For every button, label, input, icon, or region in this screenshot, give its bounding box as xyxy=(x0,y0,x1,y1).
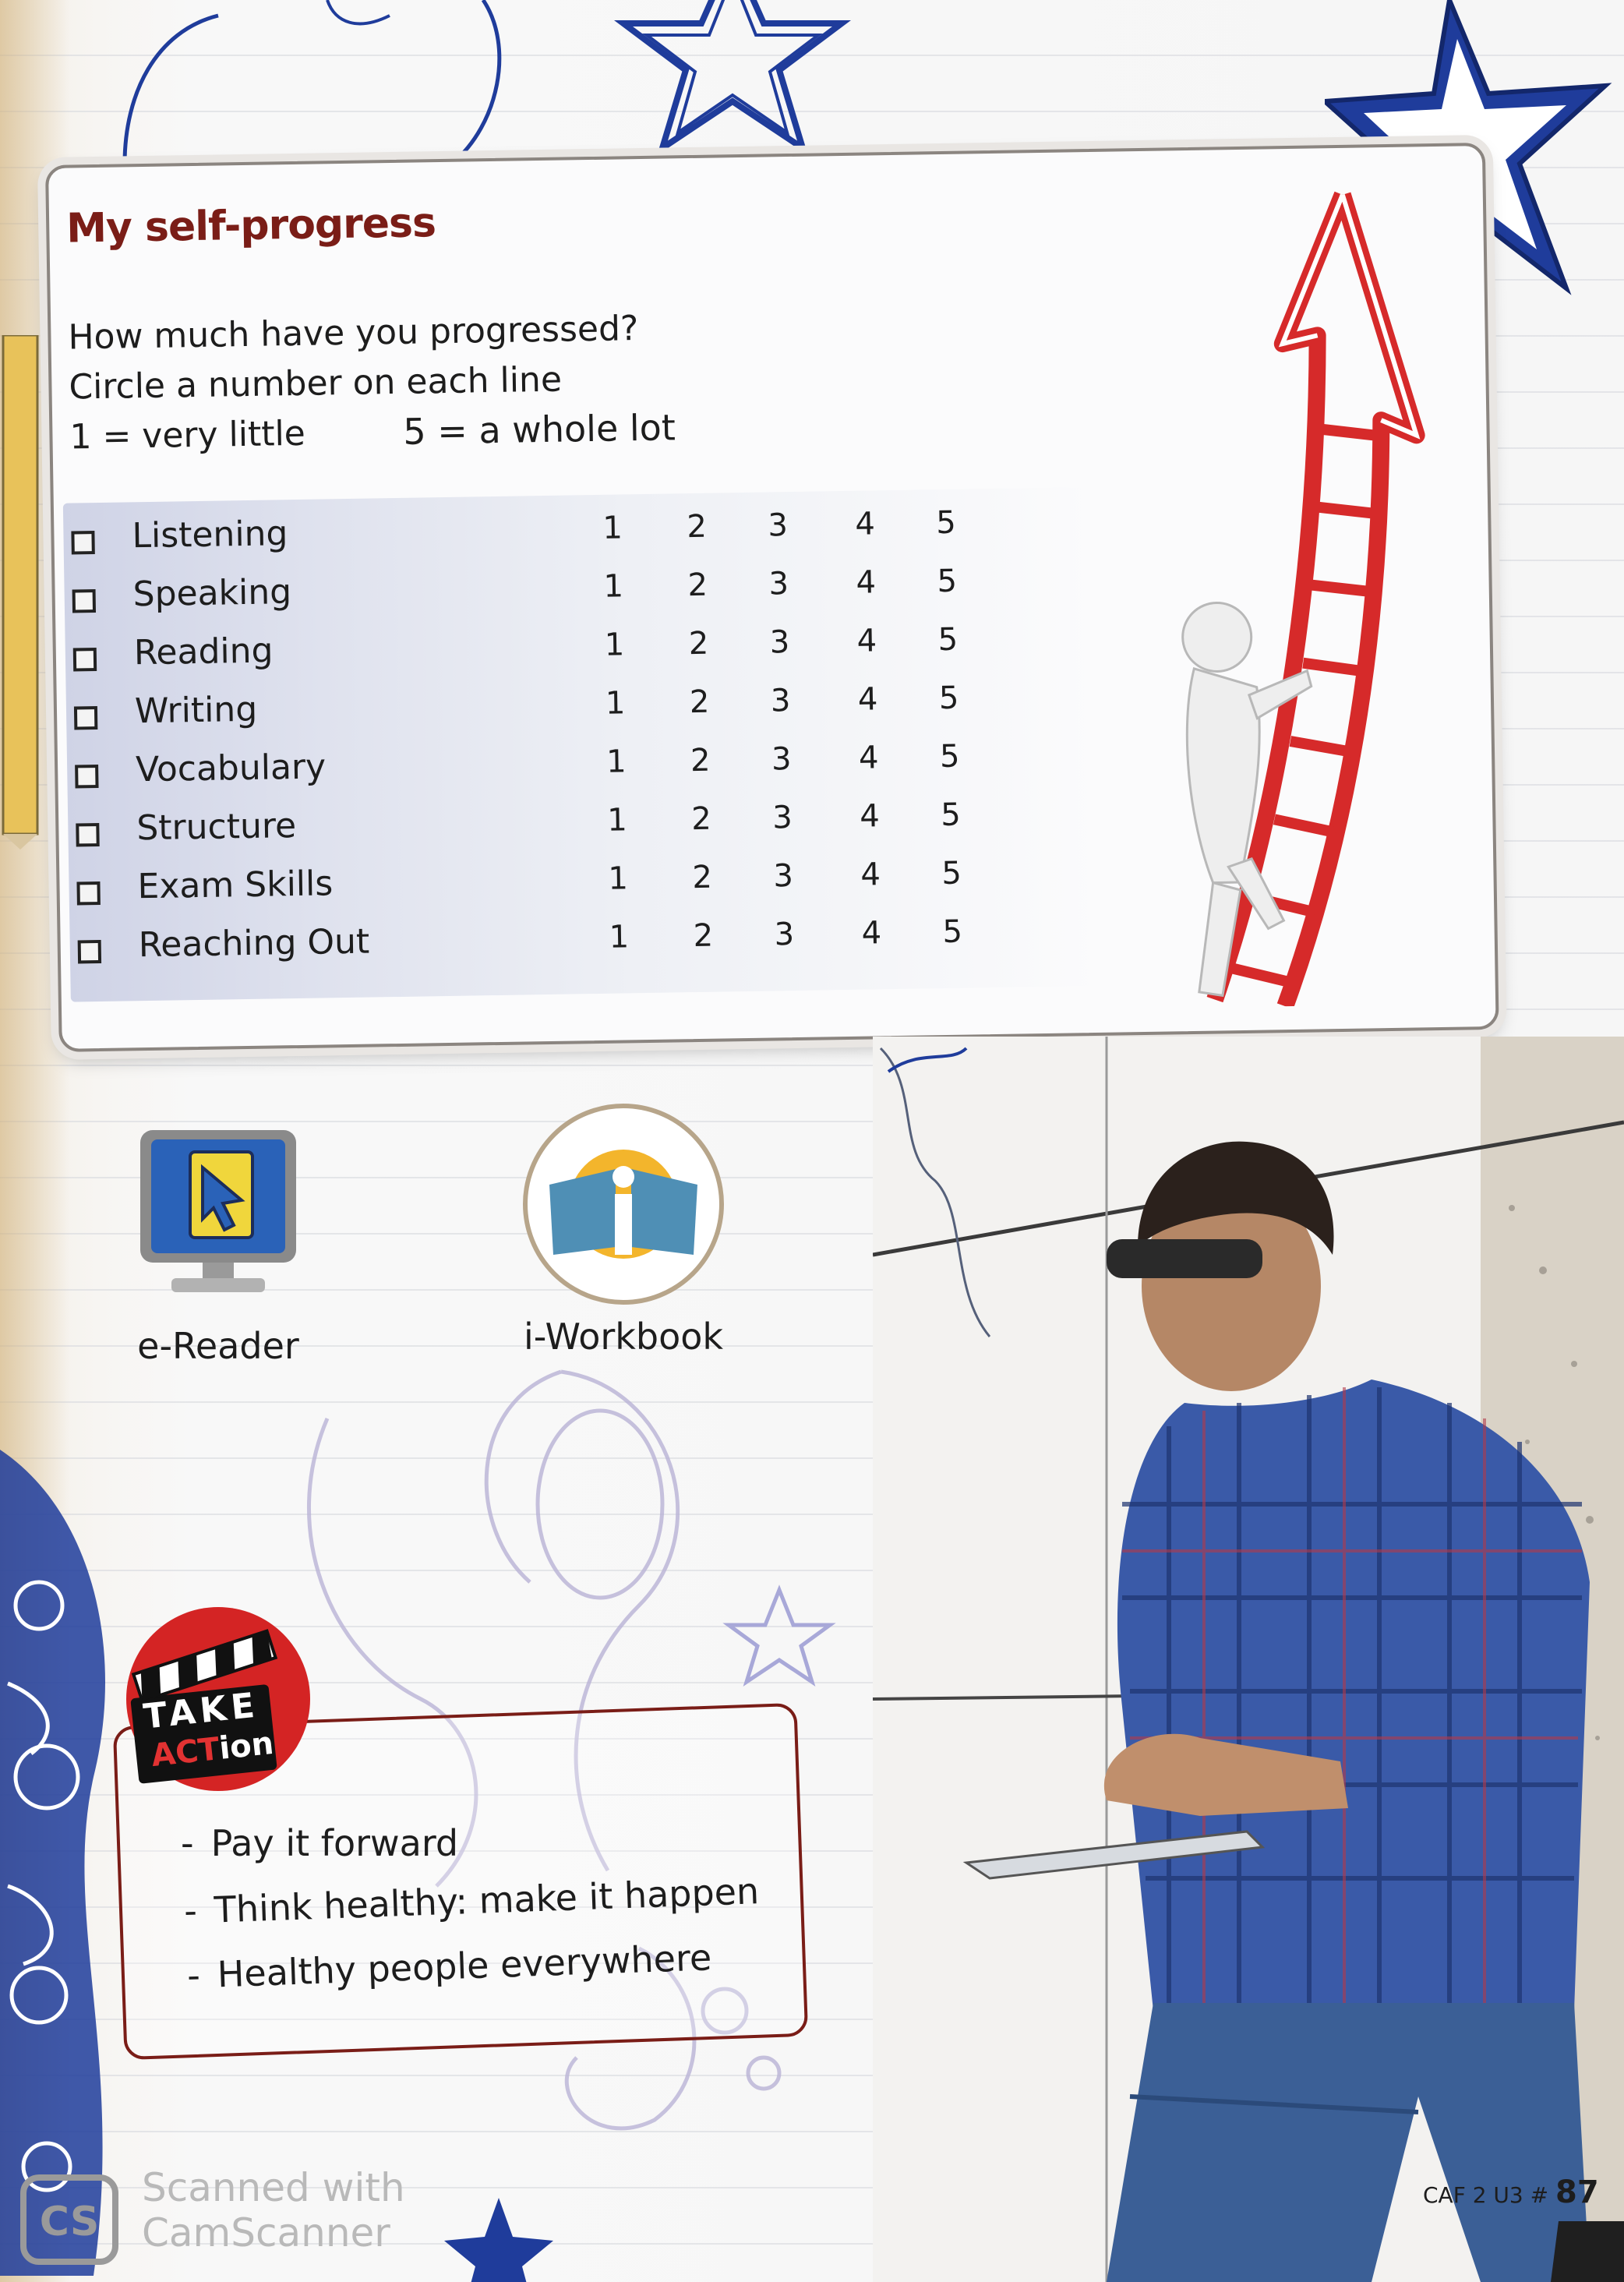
i-workbook-label: i-Workbook xyxy=(523,1316,724,1358)
rating-3[interactable]: 3 xyxy=(772,800,793,835)
sketch-lines-decoration xyxy=(879,1047,991,1337)
rating-4[interactable]: 4 xyxy=(858,681,878,717)
rating-4[interactable]: 4 xyxy=(860,857,881,892)
e-reader-icon xyxy=(140,1130,296,1292)
rating-1[interactable]: 1 xyxy=(606,744,627,779)
rating-5[interactable]: 5 xyxy=(937,563,957,599)
rating-2[interactable]: 2 xyxy=(693,918,713,954)
watermark-line2: CamScanner xyxy=(142,2210,390,2256)
rating-5[interactable]: 5 xyxy=(941,856,962,892)
rating-2[interactable]: 2 xyxy=(691,801,711,837)
rating-3[interactable]: 3 xyxy=(771,741,792,777)
page-number-value: 87 xyxy=(1555,2174,1599,2210)
rating-5[interactable]: 5 xyxy=(936,505,956,541)
skill-checkbox[interactable] xyxy=(75,765,99,789)
bottom-star-decoration xyxy=(444,2198,553,2282)
skill-label: Reaching Out xyxy=(138,921,370,966)
skill-label: Listening xyxy=(132,514,288,556)
skill-label: Structure xyxy=(136,806,297,849)
camscanner-logo: CS xyxy=(20,2174,118,2265)
rating-5[interactable]: 5 xyxy=(941,797,961,833)
rating-4[interactable]: 4 xyxy=(860,798,880,834)
progress-question: How much have you progressed? xyxy=(68,309,639,358)
e-reader-app[interactable]: e-Reader xyxy=(117,1122,320,1367)
page-ref: CAF 2 U3 # xyxy=(1423,2182,1549,2208)
rating-5[interactable]: 5 xyxy=(942,914,962,950)
rating-3[interactable]: 3 xyxy=(773,858,793,894)
skill-label: Vocabulary xyxy=(135,747,327,790)
scale-low-label: 1 = very little xyxy=(69,413,306,457)
rating-3[interactable]: 3 xyxy=(768,507,788,543)
panel-title: My self-progress xyxy=(65,200,436,253)
skill-checkbox[interactable] xyxy=(76,881,101,906)
rating-3[interactable]: 3 xyxy=(768,566,789,602)
rating-2[interactable]: 2 xyxy=(690,743,711,779)
list-item: - Pay it forward xyxy=(181,1822,459,1864)
progress-instruction: Circle a number on each line xyxy=(69,359,563,408)
star-outline-decoration xyxy=(614,0,851,156)
swirl-decoration xyxy=(122,0,502,165)
rating-1[interactable]: 1 xyxy=(608,860,628,896)
rating-4[interactable]: 4 xyxy=(856,564,876,600)
rating-2[interactable]: 2 xyxy=(687,509,707,545)
rating-3[interactable]: 3 xyxy=(774,917,794,952)
rating-5[interactable]: 5 xyxy=(940,739,960,775)
skill-checkbox[interactable] xyxy=(72,589,97,613)
take-action-badge-ion: ion xyxy=(217,1725,276,1767)
e-reader-label: e-Reader xyxy=(137,1325,299,1367)
skill-checkbox[interactable] xyxy=(77,939,102,964)
ladder-arrow-illustration xyxy=(1181,191,1425,1009)
rating-2[interactable]: 2 xyxy=(692,860,712,895)
rating-5[interactable]: 5 xyxy=(937,622,958,658)
rating-1[interactable]: 1 xyxy=(604,627,624,662)
page-number: CAF 2 U3 # 87 xyxy=(1423,2174,1599,2210)
rating-3[interactable]: 3 xyxy=(771,683,791,719)
skill-checkbox[interactable] xyxy=(71,531,95,555)
skill-label: Writing xyxy=(134,689,258,732)
rating-4[interactable]: 4 xyxy=(855,506,875,542)
rating-3[interactable]: 3 xyxy=(769,624,789,660)
i-workbook-icon xyxy=(523,1104,724,1305)
rating-1[interactable]: 1 xyxy=(602,510,623,546)
rating-2[interactable]: 2 xyxy=(688,626,708,662)
skill-checkbox[interactable] xyxy=(73,706,98,730)
rating-4[interactable]: 4 xyxy=(856,623,877,659)
rating-2[interactable]: 2 xyxy=(687,567,708,603)
svg-text:CS: CS xyxy=(40,2199,100,2245)
rating-4[interactable]: 4 xyxy=(859,740,879,775)
i-workbook-app[interactable]: i-Workbook xyxy=(507,1099,740,1358)
watermark-text: Scanned with CamScanner xyxy=(142,2165,405,2256)
skill-label: Reading xyxy=(133,631,274,673)
rating-2[interactable]: 2 xyxy=(690,684,710,720)
pencil-decoration xyxy=(2,335,39,850)
action-item-text: Pay it forward xyxy=(210,1822,459,1864)
rating-1[interactable]: 1 xyxy=(605,685,626,721)
rating-5[interactable]: 5 xyxy=(939,680,959,716)
scale-high-label: 5 = a whole lot xyxy=(403,406,676,453)
skill-label: Speaking xyxy=(132,572,292,615)
skill-label: Exam Skills xyxy=(137,864,334,907)
watermark-line1: Scanned with xyxy=(142,2165,405,2210)
skill-checkbox[interactable] xyxy=(72,648,97,672)
skill-checkbox[interactable] xyxy=(76,823,100,847)
rating-1[interactable]: 1 xyxy=(607,802,627,838)
rating-1[interactable]: 1 xyxy=(603,568,623,604)
rating-1[interactable]: 1 xyxy=(609,919,629,955)
self-progress-panel: My self-progress How much have you progr… xyxy=(45,142,1499,1052)
take-action-badge-act: ACT xyxy=(150,1731,221,1775)
rating-4[interactable]: 4 xyxy=(861,915,881,951)
